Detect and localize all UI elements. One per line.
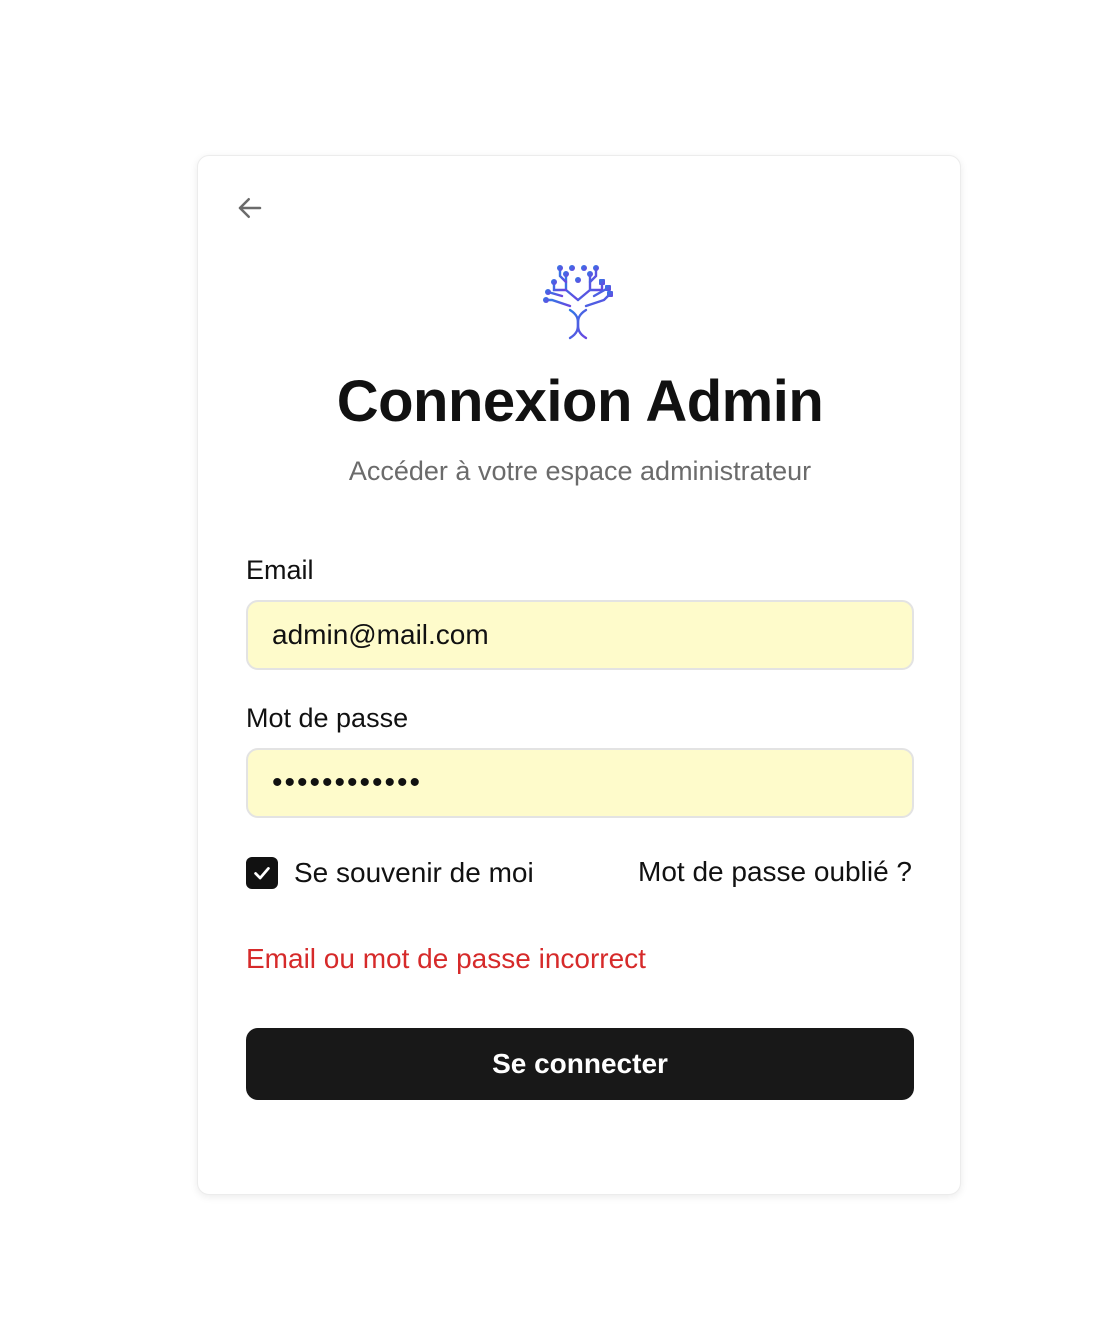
email-field[interactable] [246,600,914,670]
login-button[interactable]: Se connecter [246,1028,914,1100]
error-message: Email ou mot de passe incorrect [246,943,646,974]
forgot-password-link[interactable]: Mot de passe oublié ? [638,856,912,888]
page-title: Connexion Admin [336,369,824,434]
logo [542,260,614,340]
remember-me-label: Se souvenir de moi [294,857,534,888]
back-button[interactable] [232,190,268,226]
login-card: Connexion Admin Accéder à votre espace a… [197,155,961,1195]
password-field[interactable] [246,748,914,818]
email-label: Email [246,555,314,585]
remember-me-checkbox[interactable]: Se souvenir de moi [246,856,534,890]
dna-tree-logo-icon [543,265,613,340]
checkbox-checked[interactable] [246,857,278,889]
check-icon [254,867,270,880]
page-subtitle: Accéder à votre espace administrateur [348,456,812,486]
arrow-left-icon [238,198,262,218]
password-label: Mot de passe [246,703,409,733]
